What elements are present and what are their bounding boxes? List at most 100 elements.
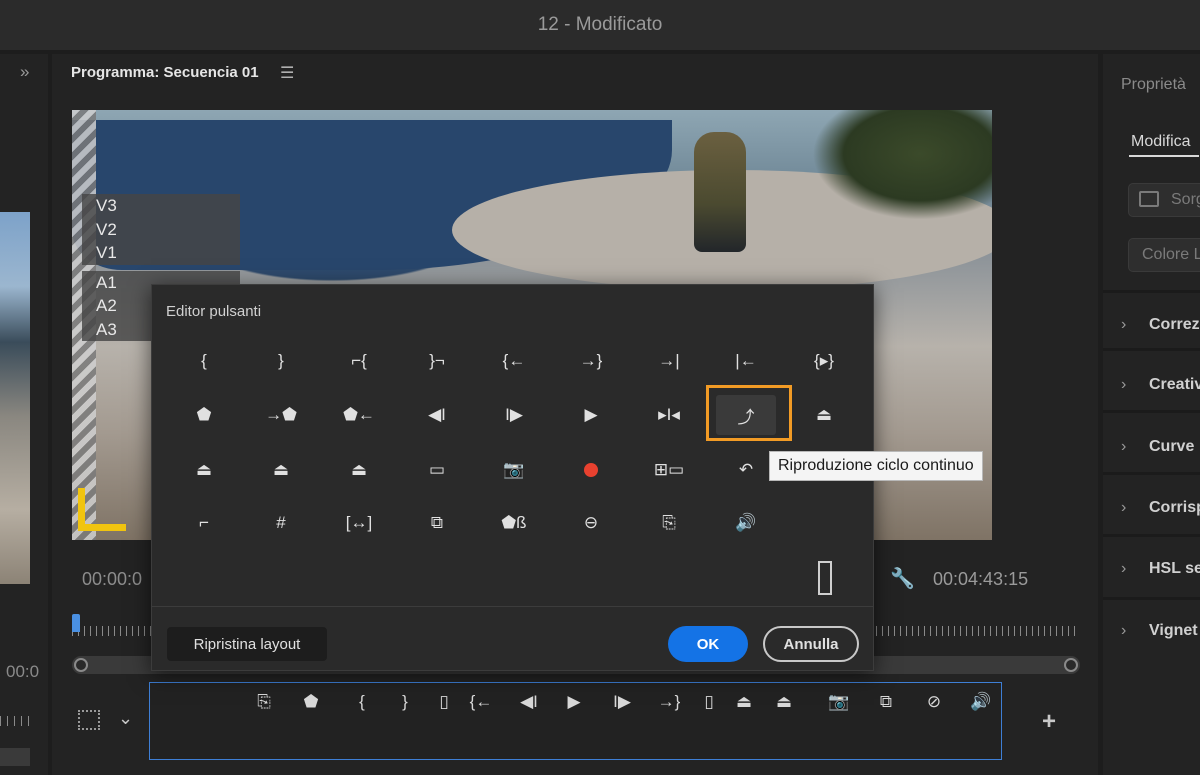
mark-in-icon[interactable]: { xyxy=(174,341,234,381)
chevron-right-icon: › xyxy=(1121,438,1127,455)
go-to-in-search-icon[interactable]: ⎘ xyxy=(639,503,699,543)
chevron-down-icon[interactable]: ⌄ xyxy=(118,708,133,729)
video-trees xyxy=(812,110,992,220)
ok-button[interactable]: OK xyxy=(668,626,748,662)
comparison-view-icon[interactable]: ⧉ xyxy=(872,691,900,713)
volume-icon[interactable]: 🔊 xyxy=(967,691,995,713)
divider xyxy=(1103,597,1200,600)
mark-in-icon[interactable]: { xyxy=(348,691,376,713)
trim-icon[interactable]: ⌐ xyxy=(174,503,234,543)
go-to-out-icon[interactable]: →} xyxy=(561,341,621,381)
properties-title: Proprietà xyxy=(1121,76,1186,93)
empty-slot-icon[interactable]: ▯ xyxy=(430,691,458,713)
section-vignette[interactable]: › Vignet xyxy=(1121,622,1200,640)
record-icon[interactable] xyxy=(561,450,621,490)
extract-icon[interactable]: ⏏ xyxy=(329,450,389,490)
play-around-icon[interactable]: ▸I◂ xyxy=(639,395,699,435)
go-to-next-edit-icon[interactable]: →| xyxy=(639,341,699,381)
divider xyxy=(1103,472,1200,475)
playhead[interactable] xyxy=(72,614,80,632)
go-to-in-icon[interactable]: {← xyxy=(467,691,495,713)
go-to-in-icon[interactable]: {← xyxy=(484,341,544,381)
cancel-button[interactable]: Annulla xyxy=(763,626,859,662)
section-correction[interactable]: › Correzi xyxy=(1121,316,1200,334)
add-marker-icon[interactable]: ⬟ xyxy=(174,395,234,435)
lift-icon[interactable]: ⏏ xyxy=(730,691,758,713)
play-icon[interactable]: ▶ xyxy=(560,691,588,713)
chevron-right-icon: › xyxy=(1121,499,1127,516)
section-label: Vignet xyxy=(1149,622,1198,639)
loop-playback-icon[interactable]: ⤴ xyxy=(716,395,776,435)
chevron-right-icon: › xyxy=(1121,376,1127,393)
comparison-view-icon[interactable]: ⧉ xyxy=(407,503,467,543)
step-forward-icon[interactable]: I▶ xyxy=(484,395,544,435)
source-icon xyxy=(1139,191,1159,207)
lift-icon[interactable]: ⏏ xyxy=(251,450,311,490)
export-frame-icon[interactable]: 📷 xyxy=(484,450,544,490)
monitor-button-bar: ⎘ ⬟ {} ▯ {← ◀I ▶ I▶ →} ▯ ⏏ ⏏ 📷 ⧉ ⊘ 🔊 xyxy=(149,682,1002,760)
track-label: V3 xyxy=(82,194,240,218)
track-label: V2 xyxy=(82,217,240,241)
left-ruler xyxy=(0,716,30,726)
tab-modifica[interactable]: Modifica xyxy=(1131,133,1191,151)
volume-icon[interactable]: 🔊 xyxy=(716,503,776,543)
window-title: 12 - Modificato xyxy=(537,14,663,35)
reset-layout-button[interactable]: Ripristina layout xyxy=(167,627,327,661)
left-panel: » 00:0 + xyxy=(0,54,48,775)
color-dropdown[interactable]: Colore L xyxy=(1128,238,1200,272)
section-match[interactable]: › Corrisp xyxy=(1121,499,1200,517)
multi-camera-icon[interactable]: ⊞▭ xyxy=(639,450,699,490)
wrench-icon[interactable]: 🔧 xyxy=(890,566,915,591)
double-chevron-right-icon[interactable]: » xyxy=(20,62,29,82)
play-in-to-out-icon[interactable]: {▸} xyxy=(794,341,854,381)
source-label: Sorg xyxy=(1171,191,1200,208)
marker-link-icon[interactable]: ⬟ß xyxy=(484,503,544,543)
safe-margins-icon[interactable]: ▭ xyxy=(407,450,467,490)
scroll-handle-right[interactable] xyxy=(1064,658,1078,672)
section-label: Corrisp xyxy=(1149,499,1200,516)
divider xyxy=(1103,410,1200,413)
safe-margins-icon[interactable] xyxy=(78,710,100,730)
overwrite-icon[interactable]: ⏏ xyxy=(174,450,234,490)
clear-in-icon[interactable]: ⌐{ xyxy=(329,341,389,381)
vr-video-icon[interactable]: ⊖ xyxy=(561,503,621,543)
section-label: Curve xyxy=(1149,438,1195,455)
extract-icon[interactable]: ⏏ xyxy=(770,691,798,713)
mark-out-icon[interactable]: } xyxy=(391,691,419,713)
section-curves[interactable]: › Curve xyxy=(1121,438,1200,456)
go-to-previous-edit-icon[interactable]: |← xyxy=(716,341,776,381)
add-marker-icon[interactable]: ⬟ xyxy=(297,691,325,713)
go-to-out-icon[interactable]: →} xyxy=(655,691,683,713)
step-back-icon[interactable]: ◀I xyxy=(407,395,467,435)
step-forward-icon[interactable]: I▶ xyxy=(608,691,636,713)
go-to-next-marker-icon[interactable]: →⬟ xyxy=(251,395,311,435)
go-to-in-search-icon[interactable]: ⎘ xyxy=(250,691,278,713)
go-to-previous-marker-icon[interactable]: ⬟← xyxy=(329,395,389,435)
grid-icon[interactable]: # xyxy=(251,503,311,543)
section-label: Creativ xyxy=(1149,376,1200,393)
proxy-toggle-icon[interactable]: ⊘ xyxy=(920,691,948,713)
track-label: V1 xyxy=(82,241,240,265)
section-creative[interactable]: › Creativ xyxy=(1121,376,1200,394)
step-back-icon[interactable]: ◀I xyxy=(515,691,543,713)
color-label: Colore L xyxy=(1142,246,1200,263)
left-scrollbar[interactable] xyxy=(0,748,30,766)
restore-icon[interactable]: ↶ xyxy=(716,450,776,490)
hamburger-menu-icon[interactable]: ☰ xyxy=(280,63,294,83)
mark-out-icon[interactable]: } xyxy=(251,341,311,381)
empty-slot-icon[interactable]: ▯ xyxy=(695,691,723,713)
clear-out-icon[interactable]: }¬ xyxy=(407,341,467,381)
fit-icon[interactable]: [↔] xyxy=(329,503,389,543)
play-icon[interactable]: ▶ xyxy=(561,395,621,435)
current-timecode[interactable]: 00:00:0 xyxy=(82,569,142,590)
empty-slot-icon[interactable] xyxy=(818,561,832,595)
title-bar: 12 - Modificato xyxy=(0,0,1200,50)
plus-icon[interactable]: + xyxy=(1042,708,1056,736)
export-frame-icon[interactable]: 📷 xyxy=(825,691,853,713)
section-hsl[interactable]: › HSL se xyxy=(1121,560,1200,578)
video-skater xyxy=(694,132,746,252)
record-dot xyxy=(584,463,598,477)
source-dropdown[interactable]: Sorg xyxy=(1128,183,1200,217)
insert-icon[interactable]: ⏏ xyxy=(794,395,854,435)
scroll-handle-left[interactable] xyxy=(74,658,88,672)
